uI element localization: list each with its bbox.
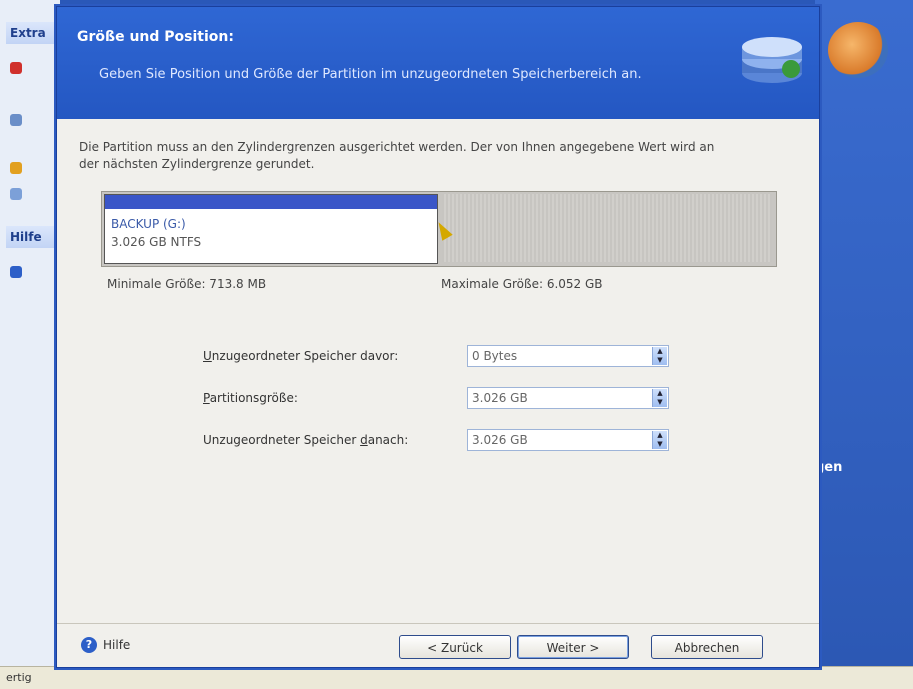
arrow-up-icon[interactable]: ▲ [653, 389, 667, 398]
space-before-stepper[interactable]: ▲ ▼ [652, 347, 667, 365]
disk-stack-icon [742, 37, 802, 83]
status-text: ertig [6, 671, 32, 684]
space-before-input[interactable] [470, 347, 650, 365]
partition-size: 3.026 GB NTFS [111, 235, 202, 249]
arrow-down-icon[interactable]: ▼ [653, 356, 667, 365]
partition-size-label: Partitionsgröße: [203, 391, 298, 405]
wizard-header: Größe und Position: Geben Sie Position u… [57, 7, 819, 119]
task-item[interactable] [10, 158, 50, 180]
partition-block[interactable]: BACKUP (G:) 3.026 GB NTFS [104, 194, 438, 264]
arrow-down-icon[interactable]: ▼ [653, 440, 667, 449]
wizard-subtitle: Geben Sie Position und Größe der Partiti… [99, 67, 642, 82]
task-item[interactable] [10, 184, 50, 206]
help-icon: ? [81, 637, 97, 653]
status-bar: ertig [0, 666, 913, 689]
task-item[interactable] [10, 110, 50, 132]
min-size-label: Minimale Größe: 713.8 MB [107, 277, 267, 291]
space-before-spinner[interactable]: ▲▼ [467, 345, 669, 367]
help-link[interactable]: ? Hilfe [81, 637, 130, 653]
partition-band [105, 195, 437, 209]
footer-divider [57, 623, 819, 624]
space-before-label: Unzugeordneter Speicher davor: [203, 349, 399, 363]
wizard-title: Größe und Position: [77, 29, 234, 45]
task-icon [10, 162, 22, 174]
partition-size-stepper[interactable]: ▲ ▼ [652, 389, 667, 407]
help-item[interactable] [10, 262, 50, 284]
background-right-panel [815, 0, 913, 666]
intro-text: Die Partition muss an den Zylindergrenze… [79, 140, 715, 171]
back-button[interactable]: < Zurück [399, 635, 511, 659]
space-after-stepper[interactable]: ▲ ▼ [652, 431, 667, 449]
arrow-up-icon[interactable]: ▲ [653, 347, 667, 356]
task-icon [10, 62, 22, 74]
app-logo-icon [828, 22, 888, 78]
task-item[interactable] [10, 58, 50, 80]
arrow-up-icon[interactable]: ▲ [653, 431, 667, 440]
space-after-spinner[interactable]: ▲▼ [467, 429, 669, 451]
task-icon [10, 188, 22, 200]
space-after-input[interactable] [470, 431, 650, 449]
arrow-down-icon[interactable]: ▼ [653, 398, 667, 407]
max-size-label: Maximale Größe: 6.052 GB [441, 277, 603, 291]
background-window: Extra Hilfe [0, 0, 70, 688]
partition-name: BACKUP (G:) [111, 217, 186, 231]
help-icon [10, 266, 22, 278]
partition-size-spinner[interactable]: ▲▼ [467, 387, 669, 409]
space-after-label: Unzugeordneter Speicher danach: [203, 433, 409, 447]
next-button[interactable]: Weiter > [517, 635, 629, 659]
task-icon [10, 114, 22, 126]
cancel-button[interactable]: Abbrechen [651, 635, 763, 659]
help-label: Hilfe [103, 638, 131, 652]
partition-size-input[interactable] [470, 389, 650, 407]
wizard-dialog: Größe und Position: Geben Sie Position u… [56, 6, 820, 668]
unallocated-space[interactable] [442, 194, 772, 262]
